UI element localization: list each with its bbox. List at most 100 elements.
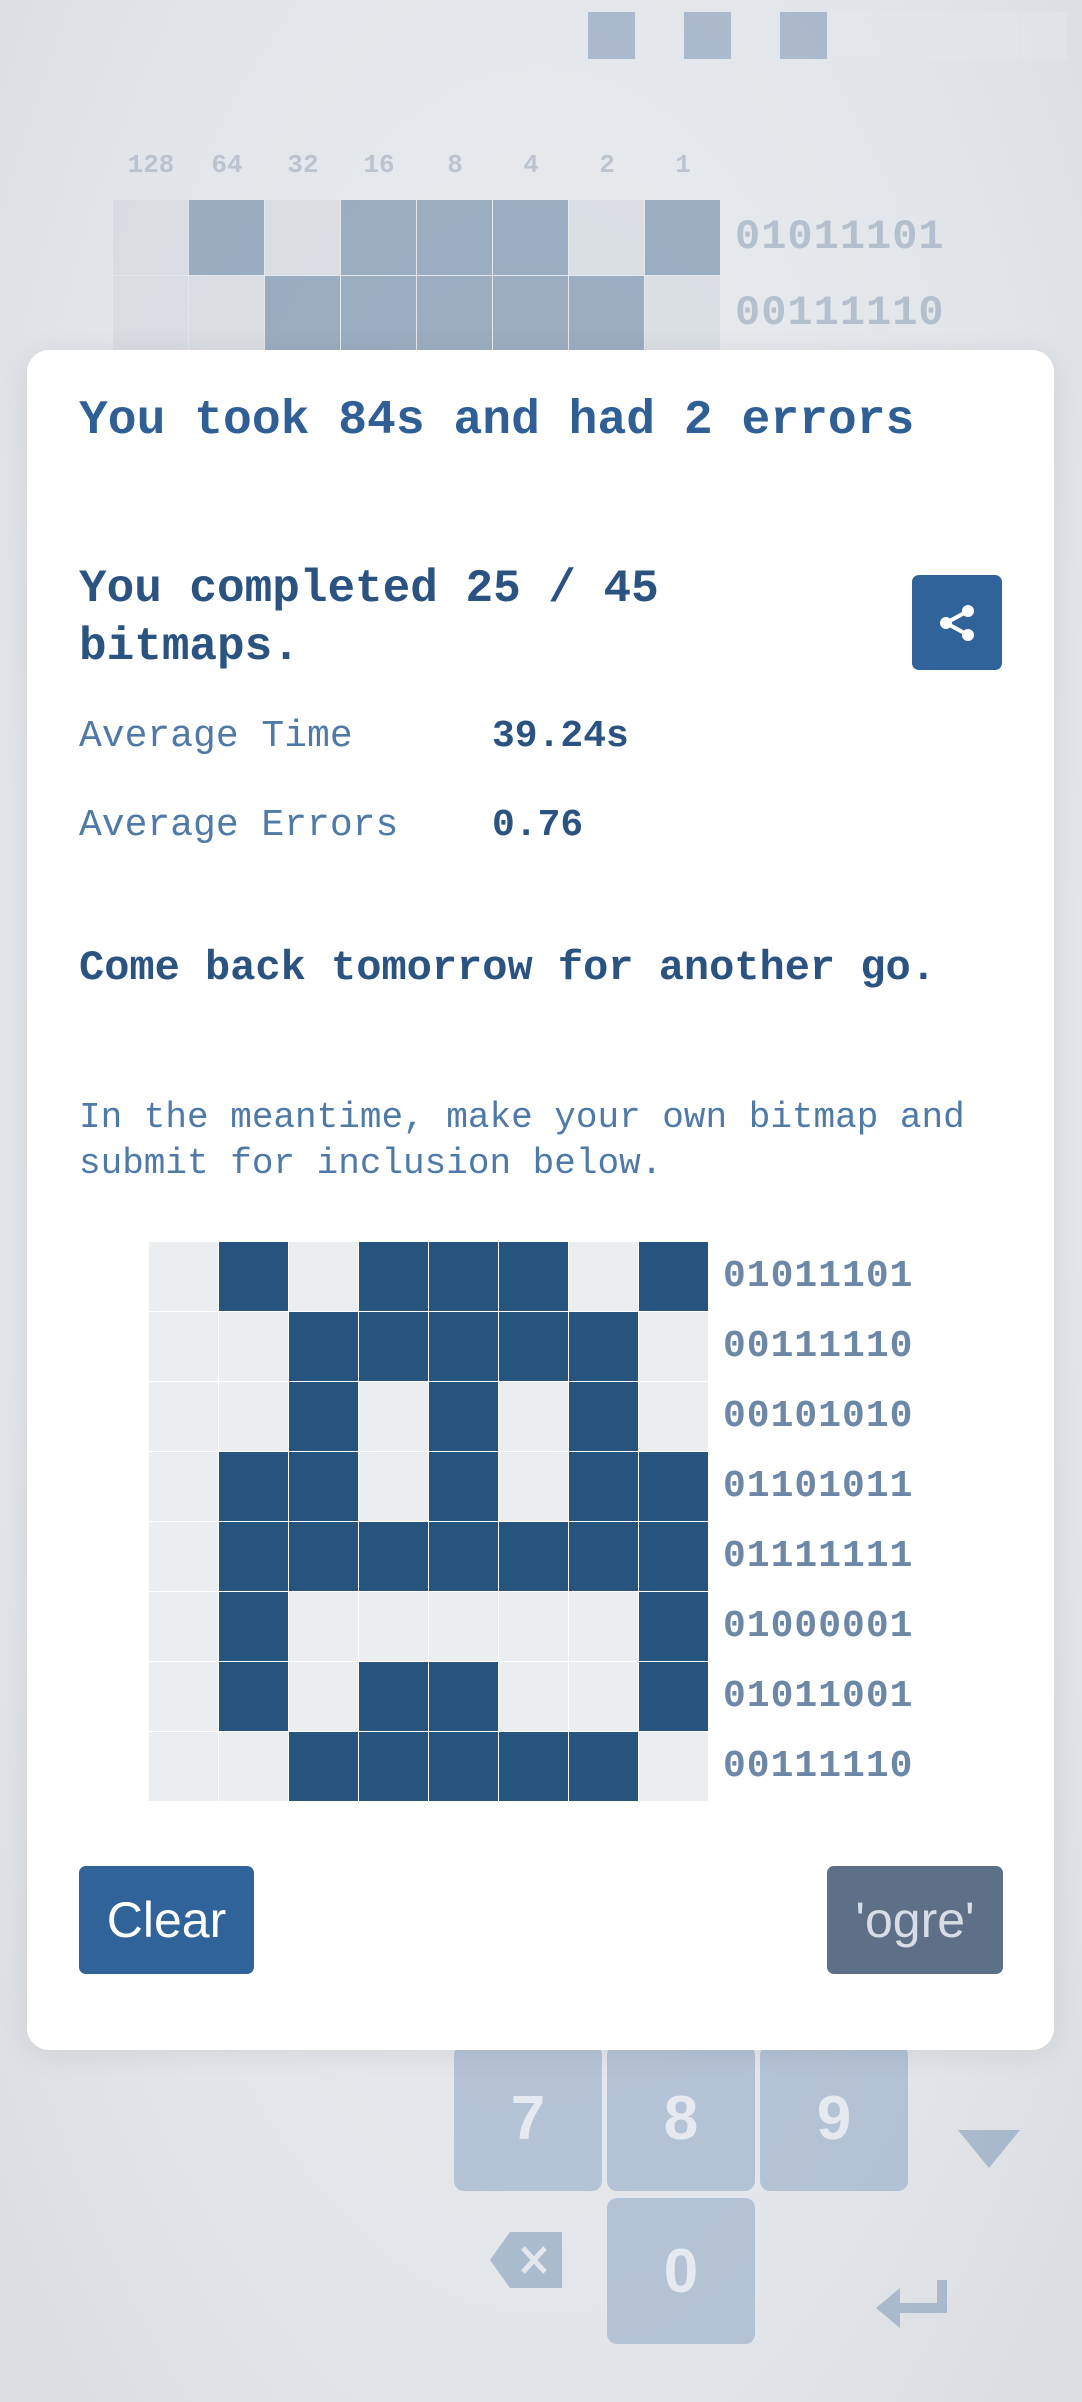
clear-button[interactable]: Clear (79, 1866, 254, 1974)
meantime-text: In the meantime, make your own bitmap an… (79, 1097, 965, 1184)
result-heading: You took 84s and had 2 errors (79, 394, 915, 448)
editor-cell[interactable] (289, 1312, 358, 1381)
editor-cell[interactable] (359, 1242, 428, 1311)
editor-cell[interactable] (499, 1662, 568, 1731)
bitmap-cell[interactable] (113, 276, 188, 351)
editor-cell[interactable] (219, 1312, 288, 1381)
bitmap-cell[interactable] (265, 200, 340, 275)
editor-cell[interactable] (569, 1452, 638, 1521)
share-button[interactable] (912, 575, 1002, 670)
editor-cell[interactable] (289, 1732, 358, 1801)
editor-cell[interactable] (289, 1592, 358, 1661)
editor-cell[interactable] (149, 1522, 218, 1591)
editor-cell[interactable] (569, 1662, 638, 1731)
editor-cell[interactable] (569, 1312, 638, 1381)
bitmap-cell[interactable] (417, 276, 492, 351)
editor-cell[interactable] (219, 1662, 288, 1731)
editor-cell[interactable] (149, 1382, 218, 1451)
editor-cell[interactable] (359, 1452, 428, 1521)
editor-cell[interactable] (569, 1522, 638, 1591)
editor-cell[interactable] (569, 1592, 638, 1661)
editor-row: 01000001 (149, 1592, 913, 1661)
editor-cell[interactable] (289, 1382, 358, 1451)
key-label: 0 (663, 2236, 699, 2306)
editor-cell[interactable] (219, 1452, 288, 1521)
editor-cell[interactable] (219, 1732, 288, 1801)
bitmap-cell[interactable] (417, 200, 492, 275)
bitmap-cell[interactable] (113, 200, 188, 275)
editor-cell[interactable] (359, 1592, 428, 1661)
keypad-key-8[interactable]: 8 (607, 2045, 755, 2191)
keypad-key-0[interactable]: 0 (607, 2198, 755, 2344)
editor-cell[interactable] (149, 1592, 218, 1661)
bitmap-cell[interactable] (493, 200, 568, 275)
editor-row: 00111110 (149, 1312, 913, 1381)
editor-cell[interactable] (499, 1732, 568, 1801)
editor-cell[interactable] (429, 1592, 498, 1661)
bitmap-cell[interactable] (645, 200, 720, 275)
dropdown-arrow-icon[interactable] (958, 2130, 1020, 2174)
editor-cell[interactable] (429, 1312, 498, 1381)
strip-cell (732, 12, 779, 59)
editor-cell[interactable] (639, 1592, 708, 1661)
backspace-icon[interactable] (490, 2232, 562, 2292)
keypad-key-9[interactable]: 9 (760, 2045, 908, 2191)
editor-cell[interactable] (429, 1452, 498, 1521)
bitmap-cell[interactable] (265, 276, 340, 351)
editor-cell[interactable] (499, 1382, 568, 1451)
editor-cell[interactable] (359, 1382, 428, 1451)
editor-cell[interactable] (359, 1662, 428, 1731)
editor-cell[interactable] (569, 1732, 638, 1801)
editor-cell[interactable] (639, 1452, 708, 1521)
bitmap-cell[interactable] (645, 276, 720, 351)
bit-weight-label: 32 (287, 150, 319, 180)
editor-cell[interactable] (429, 1522, 498, 1591)
keypad-key-7[interactable]: 7 (454, 2045, 602, 2191)
editor-cell[interactable] (499, 1452, 568, 1521)
editor-cell[interactable] (149, 1452, 218, 1521)
editor-cell[interactable] (149, 1312, 218, 1381)
editor-cell[interactable] (359, 1732, 428, 1801)
editor-cell[interactable] (149, 1242, 218, 1311)
editor-cell[interactable] (639, 1382, 708, 1451)
bitmap-cell[interactable] (189, 200, 264, 275)
row-binary-code: 01000001 (723, 1605, 914, 1648)
editor-cell[interactable] (149, 1662, 218, 1731)
editor-cell[interactable] (289, 1452, 358, 1521)
editor-cell[interactable] (429, 1662, 498, 1731)
editor-cell[interactable] (639, 1522, 708, 1591)
editor-cell[interactable] (499, 1312, 568, 1381)
editor-cell[interactable] (219, 1522, 288, 1591)
bitmap-cell[interactable] (569, 200, 644, 275)
bitmap-cell[interactable] (341, 200, 416, 275)
editor-cell[interactable] (219, 1382, 288, 1451)
editor-cell[interactable] (569, 1242, 638, 1311)
editor-cell[interactable] (289, 1242, 358, 1311)
editor-cell[interactable] (639, 1732, 708, 1801)
editor-cell[interactable] (639, 1312, 708, 1381)
editor-cell[interactable] (499, 1242, 568, 1311)
bitmap-cell[interactable] (493, 276, 568, 351)
editor-cell[interactable] (429, 1382, 498, 1451)
editor-cell[interactable] (359, 1522, 428, 1591)
editor-cell[interactable] (569, 1382, 638, 1451)
strip-cell (348, 12, 395, 59)
editor-cell[interactable] (499, 1592, 568, 1661)
strip-cell (396, 12, 443, 59)
bitmap-cell[interactable] (569, 276, 644, 351)
editor-cell[interactable] (429, 1732, 498, 1801)
editor-cell[interactable] (639, 1242, 708, 1311)
submit-bitmap-button[interactable]: 'ogre' (827, 1866, 1003, 1974)
editor-cell[interactable] (219, 1592, 288, 1661)
editor-cell[interactable] (499, 1522, 568, 1591)
enter-icon[interactable] (876, 2280, 950, 2334)
editor-cell[interactable] (289, 1662, 358, 1731)
editor-cell[interactable] (359, 1312, 428, 1381)
bitmap-cell[interactable] (341, 276, 416, 351)
bitmap-cell[interactable] (189, 276, 264, 351)
editor-cell[interactable] (219, 1242, 288, 1311)
editor-cell[interactable] (639, 1662, 708, 1731)
editor-cell[interactable] (149, 1732, 218, 1801)
editor-cell[interactable] (289, 1522, 358, 1591)
editor-cell[interactable] (429, 1242, 498, 1311)
